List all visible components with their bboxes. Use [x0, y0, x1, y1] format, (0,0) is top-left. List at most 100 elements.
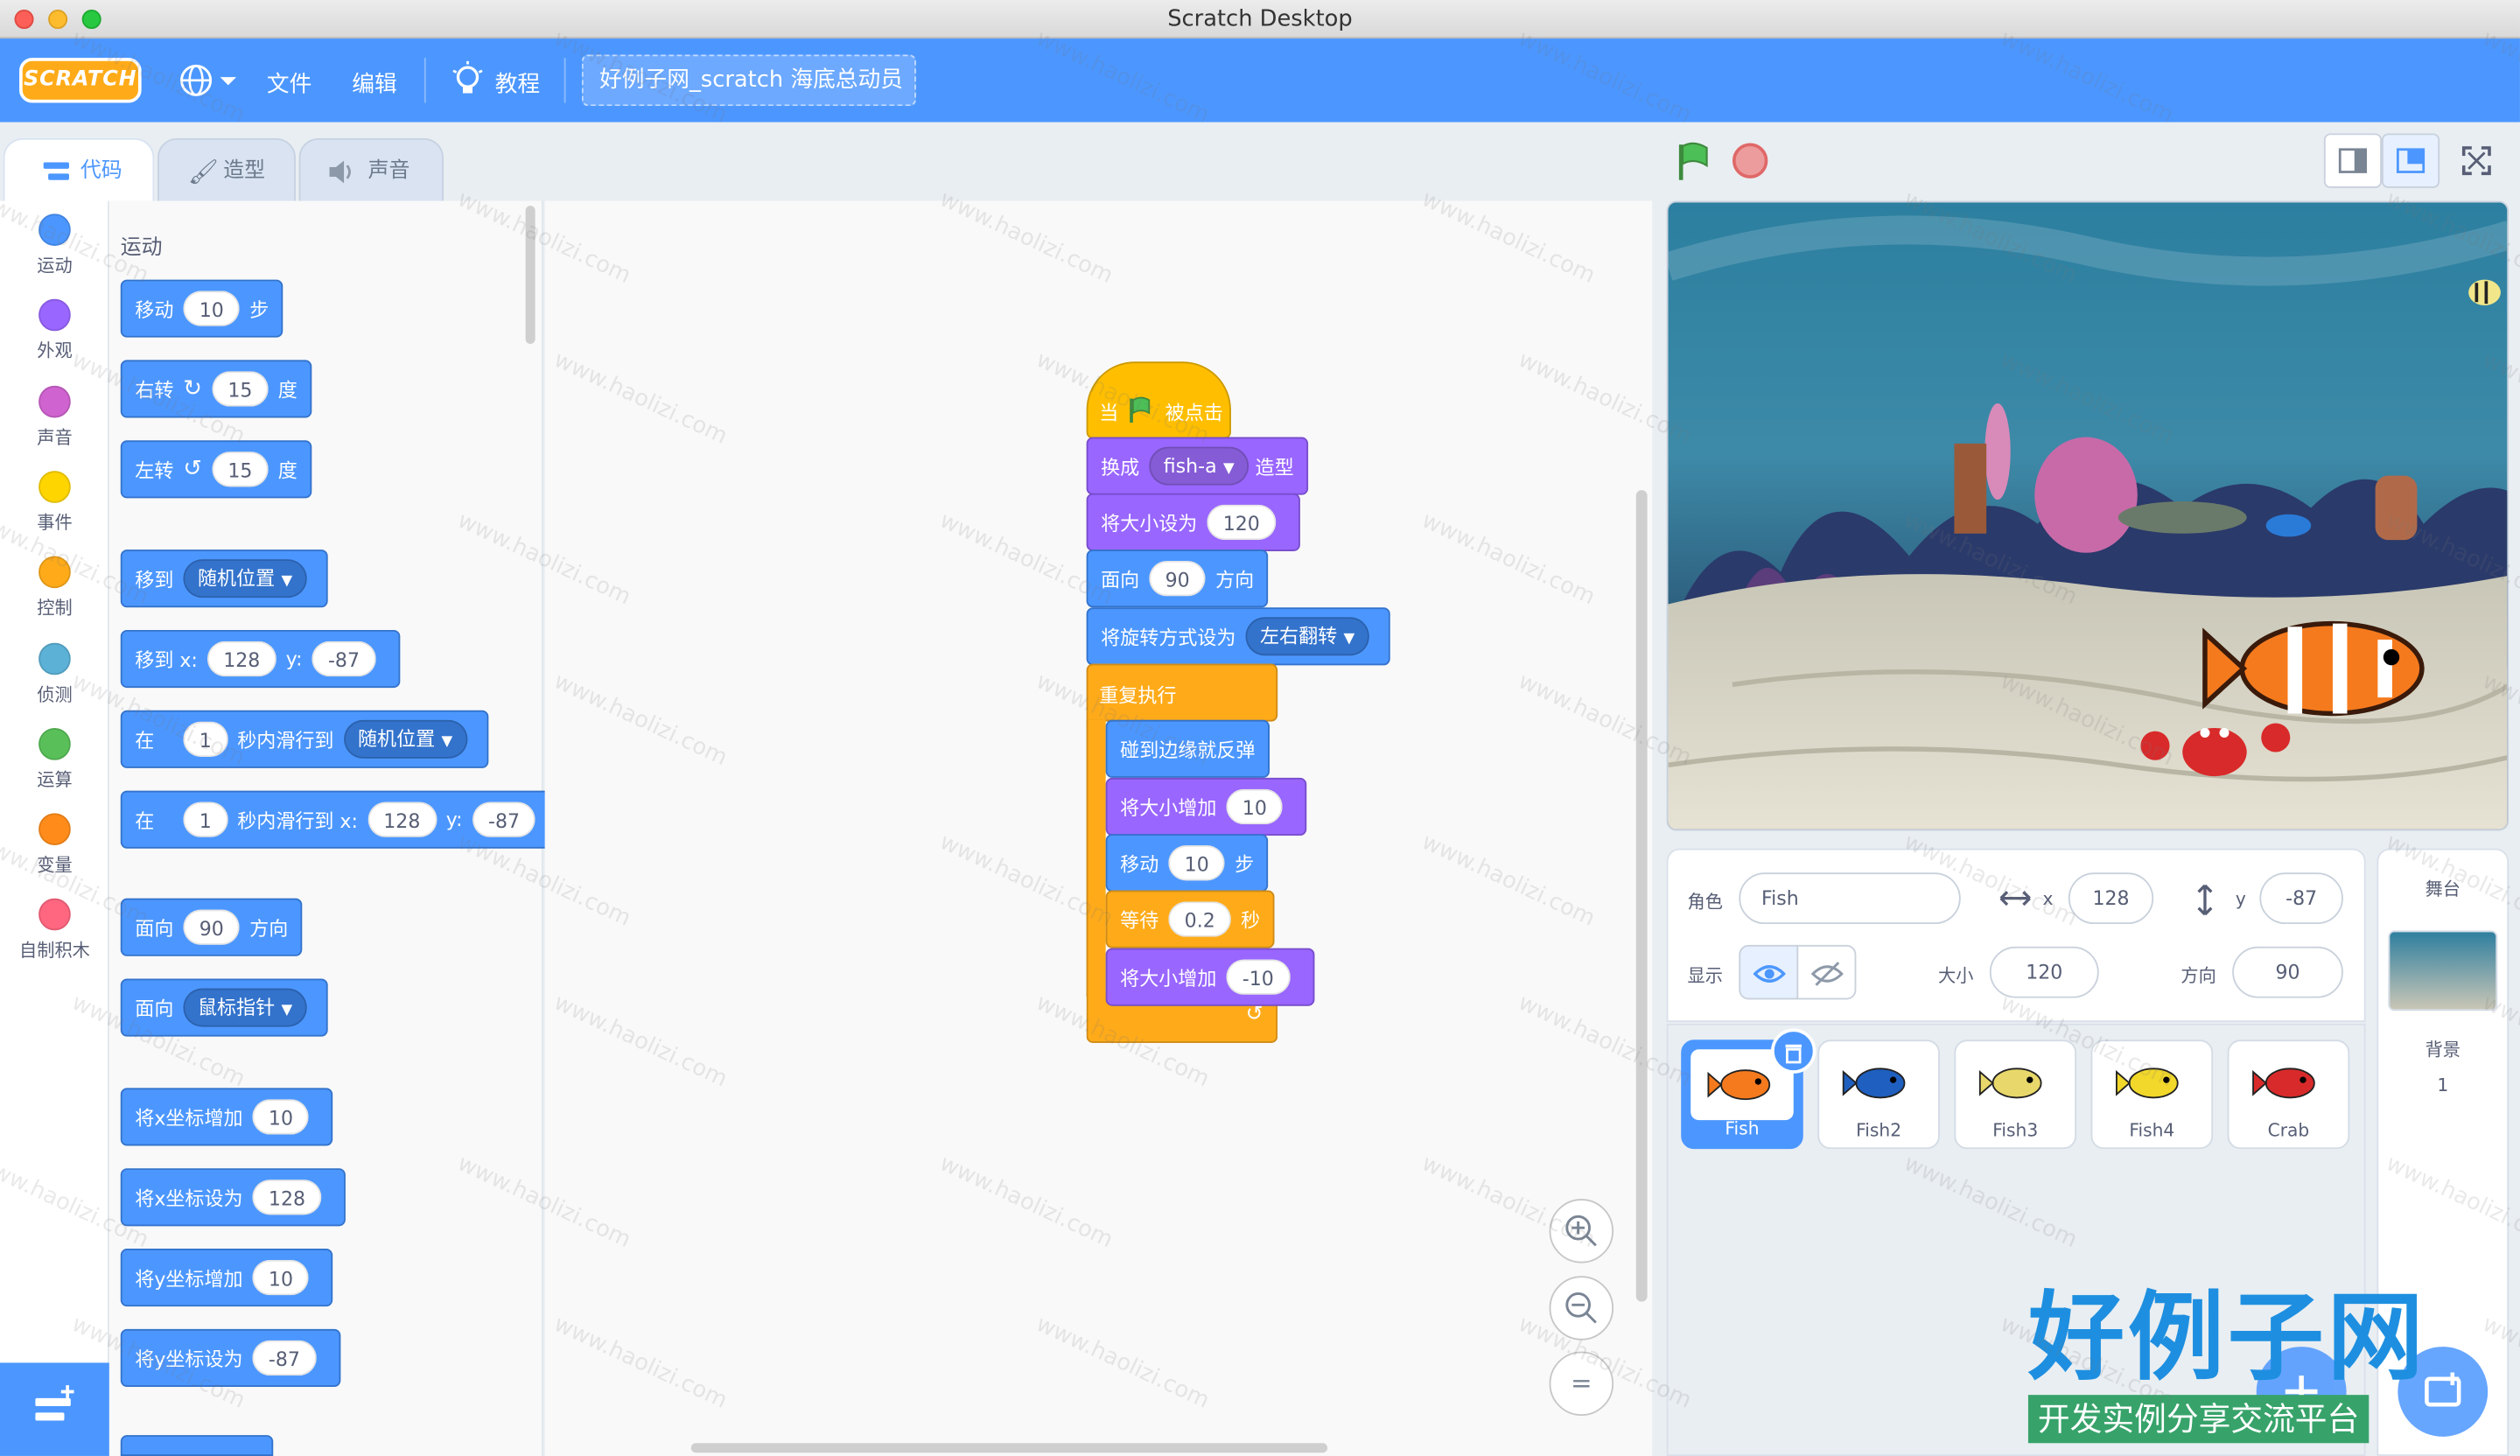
category-label: 控制 [37, 598, 73, 620]
set-size-block[interactable]: 将大小设为 120 [1086, 493, 1300, 551]
seconds-input[interactable]: 0.2 [1168, 901, 1232, 937]
value-input[interactable]: 10 [252, 1099, 310, 1135]
point-direction-block[interactable]: 面向 90 方向 [120, 898, 303, 956]
category-2[interactable]: 声音 [0, 385, 109, 450]
project-title-input[interactable]: 好例子网_scratch 海底总动员 [581, 54, 916, 107]
scratch-logo[interactable]: SCRATCH [19, 58, 142, 103]
category-label: 侦测 [37, 684, 73, 706]
move-steps-block[interactable]: 移动 10 步 [120, 279, 284, 338]
category-7[interactable]: 变量 [0, 813, 109, 877]
degrees-input[interactable]: 15 [211, 452, 269, 487]
category-5[interactable]: 侦测 [0, 642, 109, 707]
degrees-input[interactable]: 15 [211, 371, 269, 407]
sprite-card[interactable]: Crab [2227, 1040, 2350, 1150]
block-label: 将旋转方式设为 [1101, 626, 1236, 649]
x-input[interactable]: 128 [367, 802, 437, 837]
zoom-out-button[interactable] [1549, 1276, 1614, 1340]
add-extension-button[interactable] [0, 1362, 109, 1456]
goto-xy-block[interactable]: 移到 x: 128 y: -87 [120, 629, 400, 689]
glide-target-dropdown[interactable]: 随机位置 ▼ [343, 719, 467, 759]
eye-icon [1753, 965, 1786, 983]
value-input[interactable]: 128 [252, 1180, 322, 1215]
y-input[interactable]: -87 [2259, 872, 2343, 925]
set-x-block[interactable]: 将x坐标设为 128 [120, 1168, 346, 1227]
tutorials-menu[interactable]: 教程 [452, 60, 551, 100]
tab-costumes[interactable]: 🖌 造型 [157, 137, 296, 203]
file-menu[interactable]: 文件 [267, 67, 312, 100]
value-input[interactable]: -87 [252, 1340, 317, 1376]
sprite-card[interactable]: Fish2 [1817, 1040, 1940, 1150]
show-sprite-button[interactable] [1739, 944, 1799, 1000]
steps-input[interactable]: 10 [1168, 845, 1226, 881]
change-size-block[interactable]: 将大小增加 10 [1105, 777, 1307, 836]
move-steps-block[interactable]: 移动 10 步 [1105, 834, 1269, 892]
category-6[interactable]: 运算 [0, 727, 109, 792]
turn-right-block[interactable]: 右转 ↻ 15 度 [120, 360, 312, 418]
category-label: 事件 [37, 512, 73, 534]
normal-stage-button[interactable] [2381, 133, 2440, 188]
tab-code[interactable]: 代码 [3, 137, 155, 203]
sprite-card[interactable]: Fish4 [2090, 1040, 2214, 1150]
y-input[interactable]: -87 [312, 640, 376, 677]
change-size-block[interactable]: 将大小增加 -10 [1105, 948, 1314, 1006]
change-x-block[interactable]: 将x坐标增加 10 [120, 1088, 333, 1146]
set-rotation-style-block[interactable]: 将旋转方式设为 左右翻转 ▼ [1086, 607, 1390, 666]
language-menu[interactable] [178, 61, 240, 100]
palette-scrollbar[interactable] [525, 206, 536, 345]
category-0[interactable]: 运动 [0, 214, 109, 277]
size-input[interactable]: 120 [1207, 504, 1277, 541]
wait-block[interactable]: 等待 0.2 秒 [1105, 890, 1275, 948]
hide-sprite-button[interactable] [1796, 944, 1857, 1000]
size-change-input[interactable]: -10 [1226, 959, 1291, 995]
stop-button[interactable] [1732, 143, 1768, 178]
costume-dropdown[interactable]: fish-a ▼ [1149, 446, 1250, 486]
sprite-card[interactable]: Fish3 [1954, 1040, 2077, 1150]
partial-block[interactable] [120, 1435, 274, 1456]
workspace-horizontal-scrollbar[interactable] [690, 1443, 1328, 1453]
x-input[interactable]: 128 [206, 640, 276, 677]
category-3[interactable]: 事件 [0, 471, 109, 535]
x-input[interactable]: 128 [2068, 872, 2154, 925]
delete-sprite-button[interactable] [1771, 1028, 1816, 1074]
stage-thumbnail[interactable] [2388, 930, 2498, 1012]
category-8[interactable]: 自制积木 [0, 898, 109, 962]
direction-input[interactable]: 90 [1149, 560, 1207, 597]
seconds-input[interactable]: 1 [183, 802, 228, 837]
seconds-input[interactable]: 1 [183, 721, 228, 758]
category-4[interactable]: 控制 [0, 556, 109, 620]
edit-menu[interactable]: 编辑 [352, 67, 396, 100]
goto-target-dropdown[interactable]: 随机位置 ▼ [183, 559, 307, 598]
rotation-style-dropdown[interactable]: 左右翻转 ▼ [1245, 617, 1369, 656]
category-1[interactable]: 外观 [0, 298, 109, 363]
direction-input[interactable]: 90 [2232, 946, 2343, 998]
point-towards-block[interactable]: 面向 鼠标指针 ▼ [120, 978, 328, 1037]
y-input[interactable]: -87 [472, 802, 536, 837]
sprite-name-input[interactable]: Fish [1739, 872, 1961, 925]
change-y-block[interactable]: 将y坐标增加 10 [120, 1249, 333, 1307]
set-y-block[interactable]: 将y坐标设为 -87 [120, 1328, 340, 1387]
steps-input[interactable]: 10 [183, 290, 241, 326]
block-label: 面向 [135, 916, 174, 940]
glide-xy-block[interactable]: 在 1 秒内滑行到 x: 128 y: -87 [120, 790, 560, 849]
bounce-on-edge-block[interactable]: 碰到边缘就反弹 [1105, 719, 1270, 778]
green-flag-button[interactable] [1675, 142, 1713, 184]
glide-block[interactable]: 在 1 秒内滑行到 随机位置 ▼ [120, 710, 488, 768]
size-input[interactable]: 120 [1989, 946, 2099, 998]
value-input[interactable]: 10 [252, 1259, 310, 1296]
zoom-reset-button[interactable]: = [1549, 1351, 1614, 1417]
workspace-vertical-scrollbar[interactable] [1635, 490, 1648, 1302]
direction-input[interactable]: 90 [183, 909, 241, 945]
zoom-in-button[interactable] [1549, 1199, 1614, 1264]
stage-canvas[interactable] [1666, 200, 2510, 831]
goto-block[interactable]: 移到 随机位置 ▼ [120, 550, 328, 608]
size-change-input[interactable]: 10 [1226, 788, 1284, 825]
tab-sounds[interactable]: 声音 [298, 137, 444, 203]
dropdown-value: 左右翻转 [1260, 625, 1338, 648]
when-flag-clicked-block[interactable]: 当 被点击 [1086, 361, 1231, 439]
point-direction-block[interactable]: 面向 90 方向 [1086, 550, 1269, 608]
small-stage-button[interactable] [2323, 133, 2382, 188]
turn-left-block[interactable]: 左转 ↺ 15 度 [120, 440, 312, 499]
fullscreen-button[interactable] [2447, 133, 2505, 187]
switch-costume-block[interactable]: 换成 fish-a ▼ 造型 [1086, 437, 1309, 495]
towards-target-dropdown[interactable]: 鼠标指针 ▼ [183, 988, 307, 1027]
